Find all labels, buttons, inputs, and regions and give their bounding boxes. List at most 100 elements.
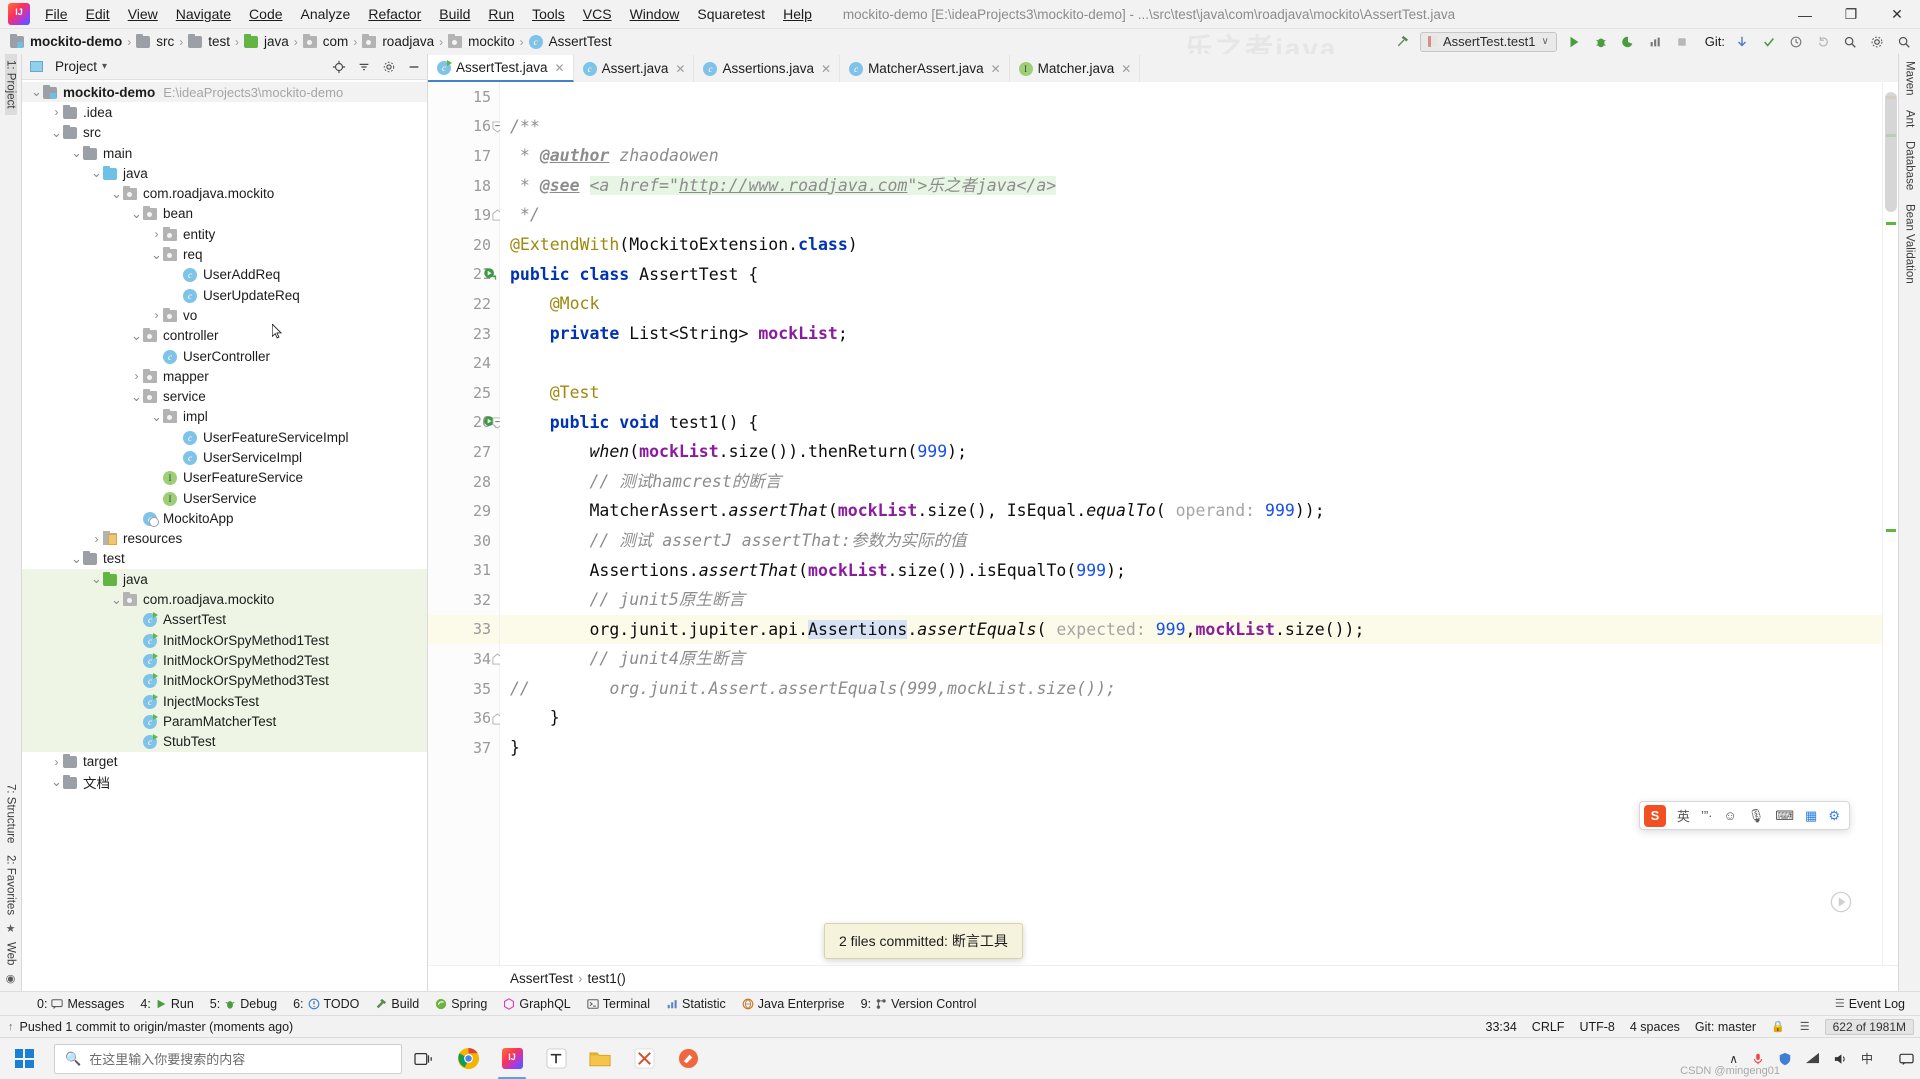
tree-node-java[interactable]: ⌄ java bbox=[22, 163, 427, 183]
code-line[interactable]: @Test bbox=[500, 378, 1882, 408]
taskbar-search-input[interactable]: 🔍 在这里输入你要搜索的内容 bbox=[54, 1043, 402, 1074]
close-icon[interactable]: ✕ bbox=[821, 62, 831, 76]
breadcrumb-mockito-demo[interactable]: mockito-demo bbox=[8, 33, 124, 50]
tree-node-userservice[interactable]: I UserService bbox=[22, 488, 427, 508]
menu-view[interactable]: View bbox=[119, 2, 167, 26]
tree-node-stubtest[interactable]: c StubTest bbox=[22, 731, 427, 752]
editor-tab-bar[interactable]: c AssertTest.java ✕ c Assert.java ✕ c Assertion… bbox=[428, 54, 1898, 82]
tray-mic-icon[interactable] bbox=[1751, 1052, 1765, 1066]
tool-window-run[interactable]: 4: Run bbox=[133, 995, 200, 1013]
taskbar-file-explorer[interactable] bbox=[578, 1038, 622, 1079]
chevron-right-icon[interactable]: › bbox=[50, 755, 63, 769]
code-line[interactable]: MatcherAssert.assertThat(mockList.size()… bbox=[500, 496, 1882, 526]
inline-run-button-icon[interactable] bbox=[1824, 885, 1858, 919]
editor-tab-asserttest-java[interactable]: c AssertTest.java ✕ bbox=[428, 55, 574, 82]
code-line[interactable]: @Mock bbox=[500, 289, 1882, 319]
tree-node-impl[interactable]: ⌄ impl bbox=[22, 407, 427, 427]
tree-node-usercontroller[interactable]: c UserController bbox=[22, 346, 427, 366]
tree-node-src[interactable]: ⌄ src bbox=[22, 123, 427, 143]
tree-node-[interactable]: ⌄ 文档 bbox=[22, 772, 427, 792]
code-editor[interactable]: 15 16 17 18 19 20 21 22 23 24 25 26 27 28 29 30 31 32 33 34… bbox=[428, 82, 1898, 965]
breadcrumb-mockito[interactable]: mockito bbox=[446, 33, 517, 50]
start-button[interactable] bbox=[0, 1038, 48, 1079]
chevron-down-icon[interactable]: ⌄ bbox=[50, 775, 63, 789]
breadcrumb-src[interactable]: src bbox=[134, 33, 176, 50]
code-line[interactable]: // org.junit.Assert.assertEquals(999,moc… bbox=[500, 674, 1882, 704]
code-line[interactable]: /** bbox=[500, 112, 1882, 142]
settings-gear-icon[interactable] bbox=[1867, 32, 1887, 52]
editor-gutter[interactable]: 15 16 17 18 19 20 21 22 23 24 25 26 27 28 29 30 31 32 33 34… bbox=[428, 82, 503, 965]
editor-tab-matcher-java[interactable]: I Matcher.java ✕ bbox=[1009, 55, 1141, 82]
code-line[interactable]: Assertions.assertThat(mockList.size()).i… bbox=[500, 556, 1882, 586]
chevron-right-icon[interactable]: › bbox=[50, 105, 63, 119]
menu-vcs[interactable]: VCS bbox=[574, 2, 621, 26]
close-icon[interactable]: ✕ bbox=[1121, 62, 1131, 76]
close-button[interactable]: ✕ bbox=[1874, 0, 1920, 29]
chevron-down-icon[interactable]: ⌄ bbox=[130, 207, 143, 220]
code-line[interactable] bbox=[500, 82, 1882, 112]
collapse-all-icon[interactable] bbox=[356, 59, 372, 75]
gutter-line-number[interactable]: 16 bbox=[428, 112, 499, 142]
code-line[interactable]: */ bbox=[500, 200, 1882, 230]
ime-punctuation-icon[interactable]: ’”· bbox=[1701, 808, 1713, 823]
memory-indicator[interactable]: 622 of 1981M bbox=[1824, 1018, 1914, 1035]
gutter-line-number[interactable]: 35 bbox=[428, 674, 499, 704]
gutter-line-number[interactable]: 37 bbox=[428, 733, 499, 763]
indent-setting[interactable]: 4 spaces bbox=[1630, 1020, 1680, 1034]
chevron-down-icon[interactable]: ⌄ bbox=[110, 187, 123, 200]
taskbar-postman[interactable] bbox=[666, 1038, 710, 1079]
chevron-down-icon[interactable]: ⌄ bbox=[70, 146, 83, 160]
chevron-down-icon[interactable]: ⌄ bbox=[130, 390, 143, 403]
tree-node-bean[interactable]: ⌄ bean bbox=[22, 204, 427, 224]
chevron-down-icon[interactable]: ⌄ bbox=[150, 248, 163, 261]
marker-vcs-change[interactable] bbox=[1886, 222, 1896, 225]
tree-node-controller[interactable]: ⌄ controller bbox=[22, 326, 427, 346]
commit-toast-notification[interactable]: 2 files committed: 断言工具 bbox=[824, 923, 1023, 959]
tree-node-initmockorspymethod3test[interactable]: c InitMockOrSpyMethod3Test bbox=[22, 670, 427, 691]
git-history-icon[interactable] bbox=[1786, 32, 1806, 52]
tree-node-vo[interactable]: › vo bbox=[22, 305, 427, 325]
breadcrumb-java[interactable]: java bbox=[242, 33, 291, 50]
editor-scrollbar-thumb[interactable] bbox=[1885, 92, 1897, 212]
git-commit-icon[interactable] bbox=[1759, 32, 1779, 52]
gutter-line-number[interactable]: 27 bbox=[428, 437, 499, 467]
chevron-down-icon[interactable]: ⌄ bbox=[30, 85, 43, 99]
gutter-line-number[interactable]: 17 bbox=[428, 141, 499, 171]
tree-node-main[interactable]: ⌄ main bbox=[22, 143, 427, 163]
tree-node-userfeatureservice[interactable]: I UserFeatureService bbox=[22, 468, 427, 488]
chevron-right-icon[interactable]: › bbox=[90, 532, 103, 546]
tray-notification-icon[interactable] bbox=[1899, 1052, 1914, 1066]
tool-window-graphql[interactable]: GraphQL bbox=[496, 995, 577, 1013]
rail-tab-structure[interactable]: 7: Structure bbox=[5, 778, 17, 849]
run-with-coverage-button[interactable] bbox=[1618, 32, 1638, 52]
taskbar-chrome[interactable] bbox=[446, 1038, 490, 1079]
code-line[interactable]: // 测试hamcrest的断言 bbox=[500, 467, 1882, 497]
tree-node-service[interactable]: ⌄ service bbox=[22, 386, 427, 406]
gutter-line-number[interactable]: 22 bbox=[428, 289, 499, 319]
tool-window-statistic[interactable]: Statistic bbox=[659, 995, 733, 1013]
tool-window-java-enterprise[interactable]: Java Enterprise bbox=[735, 995, 852, 1013]
breadcrumb-com[interactable]: com bbox=[301, 33, 351, 50]
chevron-down-icon[interactable]: ⌄ bbox=[110, 593, 123, 606]
rail-tab-web[interactable]: Web bbox=[5, 936, 17, 971]
tree-node-mapper[interactable]: › mapper bbox=[22, 366, 427, 386]
code-line[interactable]: public class AssertTest { bbox=[500, 260, 1882, 290]
tree-node-useraddreq[interactable]: c UserAddReq bbox=[22, 265, 427, 285]
tool-window-messages[interactable]: 0: Messages bbox=[30, 995, 131, 1013]
debug-button[interactable] bbox=[1591, 32, 1611, 52]
menu-file[interactable]: File bbox=[36, 2, 77, 26]
menu-window[interactable]: Window bbox=[621, 2, 689, 26]
tree-node-req[interactable]: ⌄ req bbox=[22, 244, 427, 264]
gutter-line-number[interactable]: 20 bbox=[428, 230, 499, 260]
gutter-line-number[interactable]: 36 bbox=[428, 703, 499, 733]
taskbar-xmind[interactable] bbox=[622, 1038, 666, 1079]
gutter-line-number[interactable]: 15 bbox=[428, 82, 499, 112]
menu-tools[interactable]: Tools bbox=[523, 2, 574, 26]
search-everywhere-icon[interactable] bbox=[1840, 32, 1860, 52]
run-button[interactable] bbox=[1564, 32, 1584, 52]
inspection-icon[interactable]: ☰ bbox=[1800, 1020, 1810, 1033]
chevron-right-icon[interactable]: › bbox=[150, 227, 163, 241]
gutter-line-number[interactable]: 25 bbox=[428, 378, 499, 408]
gutter-line-number[interactable]: 31 bbox=[428, 556, 499, 586]
ime-emoji-icon[interactable]: ☺ bbox=[1723, 808, 1736, 823]
